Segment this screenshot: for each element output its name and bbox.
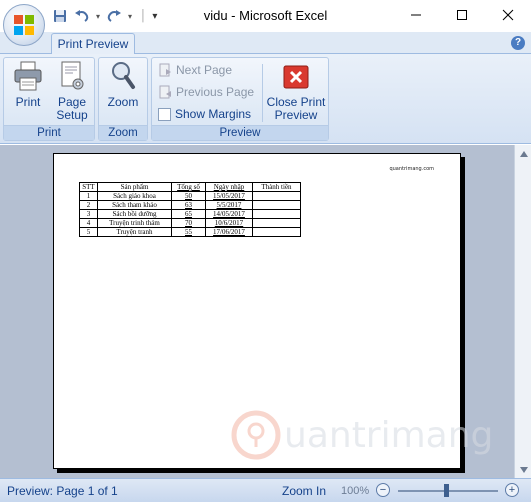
table-cell: 65: [171, 209, 206, 219]
table-cell: 70: [171, 218, 206, 228]
scroll-up-button[interactable]: [515, 145, 531, 162]
close-preview-icon: [283, 65, 309, 89]
preview-group-label: Preview: [152, 125, 328, 140]
magnifier-icon: [112, 62, 135, 89]
page-header-text: quantrimang.com: [389, 166, 434, 172]
zoom-in-plus-button[interactable]: +: [505, 483, 519, 497]
table-cell: [252, 218, 301, 228]
arrow-up-icon: [519, 150, 528, 157]
table-cell: [252, 227, 301, 237]
title-bar: ▾ ▾ │ ▾ vidu - Microsoft Excel: [0, 0, 531, 32]
show-margins-label: Show Margins: [175, 107, 252, 121]
zoom-group: Zoom Zoom: [98, 57, 148, 141]
table-cell: 2: [79, 200, 98, 210]
close-icon: [502, 9, 514, 21]
column-header: Thành tiền: [252, 182, 301, 192]
minimize-icon: [411, 14, 421, 16]
checkbox-box[interactable]: [158, 107, 171, 121]
table-cell: 50: [171, 191, 206, 201]
zoom-button-label: Zoom: [107, 95, 139, 109]
table-cell: Sách giáo khoa: [97, 191, 172, 201]
next-page-icon: [159, 63, 171, 77]
table-cell: Sách bồi dưỡng: [97, 209, 172, 219]
close-preview-label-line2: Preview: [274, 108, 318, 122]
close-preview-label-line1: Close Print: [266, 95, 326, 109]
table-cell: 5/5/2017: [205, 200, 253, 210]
table-cell: Truyện trinh thám: [97, 218, 172, 228]
zoom-group-label: Zoom: [99, 125, 147, 140]
column-header: Ngày nhập: [205, 182, 253, 192]
table-cell: 3: [79, 209, 98, 219]
table-cell: 4: [79, 218, 98, 228]
print-group: Print Page Setup Print: [3, 57, 95, 141]
zoom-button[interactable]: Zoom: [103, 60, 143, 109]
scroll-down-button[interactable]: [515, 461, 531, 478]
watermark-logo-icon: uantrimang: [231, 410, 493, 460]
table-cell: 55: [171, 227, 206, 237]
table-cell: [252, 209, 301, 219]
table-cell: 14/05/2017: [205, 209, 253, 219]
table-cell: 10/6/2017: [205, 218, 253, 228]
preview-group: Next Page Previous Page Show Margins Clo…: [151, 57, 329, 141]
close-window-button[interactable]: [485, 0, 531, 30]
table-row: 2 Sách tham khảo 63 5/5/2017: [79, 200, 301, 210]
arrow-down-icon: [519, 466, 528, 473]
zoom-out-button[interactable]: −: [376, 483, 390, 497]
table-cell: [252, 191, 301, 201]
previous-page-label: Previous Page: [176, 85, 255, 99]
help-button[interactable]: ?: [511, 36, 525, 50]
table-cell: 1: [79, 191, 98, 201]
table-row: 1 Sách giáo khoa 50 15/05/2017: [79, 191, 301, 201]
table-cell: [252, 200, 301, 210]
maximize-button[interactable]: [439, 0, 485, 30]
tab-print-preview[interactable]: Print Preview: [51, 33, 135, 55]
table-header-row: STT Sản phẩm Tổng số Ngày nhập Thành tiề…: [79, 182, 301, 192]
page-setup-icon: [61, 61, 84, 90]
svg-text:uantrimang: uantrimang: [284, 415, 493, 456]
next-page-label: Next Page: [176, 63, 233, 77]
maximize-icon: [457, 10, 467, 20]
worksheet-table: STT Sản phẩm Tổng số Ngày nhập Thành tiề…: [79, 182, 301, 237]
table-cell: 63: [171, 200, 206, 210]
group-divider: [262, 64, 263, 122]
ribbon: Print Page Setup Print Zoom Zoom Next Pa…: [0, 54, 531, 144]
column-header: STT: [79, 182, 98, 192]
table-row: 4 Truyện trinh thám 70 10/6/2017: [79, 218, 301, 228]
previous-page-icon: [159, 85, 171, 99]
table-cell: Truyện tranh: [97, 227, 172, 237]
show-margins-checkbox[interactable]: Show Margins: [158, 104, 251, 124]
print-button-label: Print: [15, 95, 41, 109]
office-button[interactable]: [3, 4, 45, 46]
table-row: 3 Sách bồi dưỡng 65 14/05/2017: [79, 209, 301, 219]
zoom-slider-thumb[interactable]: [444, 484, 449, 497]
table-row: 5 Truyện tranh 55 17/06/2017: [79, 227, 301, 237]
vertical-scrollbar[interactable]: [514, 145, 531, 478]
table-cell: 5: [79, 227, 98, 237]
next-page-button[interactable]: Next Page: [158, 60, 232, 80]
minimize-button[interactable]: [393, 0, 439, 30]
ribbon-tab-row: Print Preview ?: [0, 32, 531, 55]
page-setup-button[interactable]: Page Setup: [51, 60, 93, 122]
status-bar: Preview: Page 1 of 1 Zoom In 100% − +: [0, 478, 531, 502]
print-group-label: Print: [4, 125, 94, 140]
office-logo-icon: [14, 15, 34, 35]
column-header: Tổng số: [171, 182, 206, 192]
close-print-preview-button[interactable]: Close Print Preview: [265, 60, 327, 122]
zoom-percent: 100%: [341, 485, 370, 497]
page-setup-label-line2: Setup: [56, 108, 88, 122]
previous-page-button[interactable]: Previous Page: [158, 82, 254, 102]
page-setup-label-line1: Page: [57, 95, 87, 109]
table-cell: 15/05/2017: [205, 191, 253, 201]
table-cell: Sách tham khảo: [97, 200, 172, 210]
zoom-in-button[interactable]: Zoom In: [282, 484, 326, 498]
table-cell: 17/06/2017: [205, 227, 253, 237]
printer-icon: [14, 61, 42, 91]
print-button[interactable]: Print: [8, 60, 48, 109]
page-status-text: Preview: Page 1 of 1: [7, 484, 118, 498]
column-header: Sản phẩm: [97, 182, 172, 192]
